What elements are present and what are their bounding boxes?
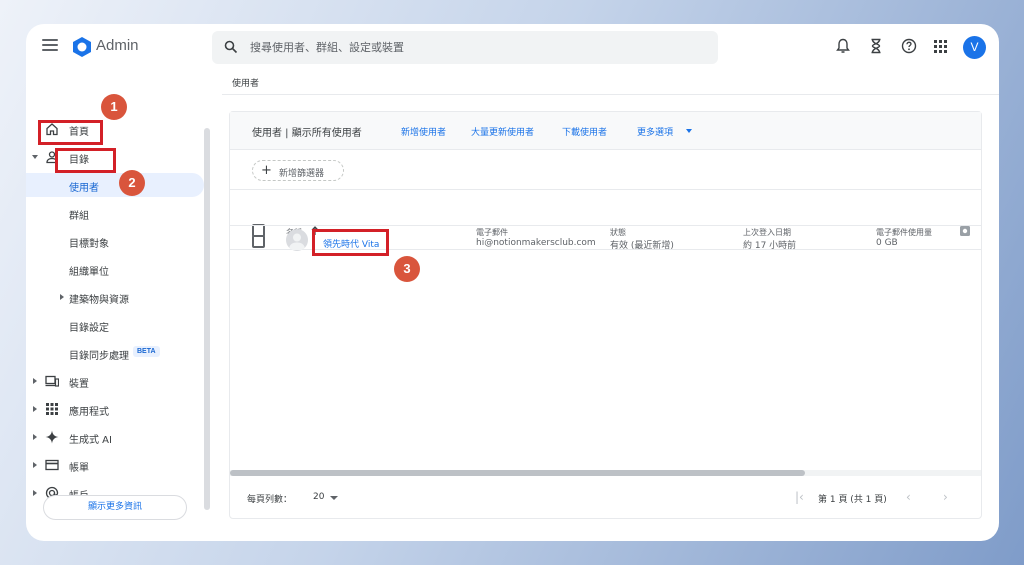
- hourglass-icon[interactable]: [870, 38, 882, 54]
- sidebar-item-label: 目錄設定: [69, 323, 109, 334]
- sidebar-item-devices[interactable]: 裝置: [26, 369, 204, 393]
- user-email: hi@notionmakersclub.com: [476, 238, 596, 248]
- step-badge-2: 2: [119, 170, 145, 196]
- chevron-right-icon: [33, 378, 37, 384]
- chevron-right-icon: [33, 490, 37, 496]
- step-badge-1: 1: [101, 94, 127, 120]
- bell-icon[interactable]: [836, 38, 850, 54]
- breadcrumb: 使用者: [232, 79, 260, 89]
- main-menu-icon[interactable]: [42, 39, 58, 53]
- apps-grid-icon[interactable]: [934, 40, 947, 53]
- sidebar-item-generative-ai[interactable]: 生成式 AI: [26, 425, 204, 449]
- plus-icon: +: [261, 163, 272, 178]
- step-badge-3: 3: [394, 256, 420, 282]
- bulk-update-users-button[interactable]: 大量更新使用者: [471, 125, 534, 138]
- admin-window: Admin V: [26, 24, 999, 541]
- sidebar-item-label: 使用者: [69, 183, 99, 194]
- divider: [230, 189, 981, 190]
- help-icon[interactable]: [901, 38, 917, 54]
- user-last-login: 約 17 小時前: [743, 241, 797, 251]
- user-email-usage: 0 GB: [876, 238, 898, 248]
- rows-per-page-select[interactable]: 20: [313, 492, 324, 502]
- column-header-email[interactable]: 電子郵件: [476, 227, 508, 238]
- sidebar-scrollbar[interactable]: [204, 128, 210, 510]
- sidebar-item-buildings[interactable]: 建築物與資源: [26, 285, 204, 309]
- highlight-box-directory: [38, 120, 103, 145]
- chevron-down-icon: [32, 155, 38, 159]
- sidebar-item-label: 生成式 AI: [69, 435, 112, 446]
- column-header-status[interactable]: 狀態: [610, 227, 626, 238]
- sidebar-item-label: 應用程式: [69, 407, 109, 418]
- sidebar-item-label: 目標對象: [69, 239, 109, 250]
- sidebar-item-label: 帳單: [69, 463, 89, 474]
- sidebar-item-users[interactable]: 使用者: [26, 173, 204, 197]
- sidebar-item-label: 建築物與資源: [69, 295, 129, 306]
- chevron-down-icon: [686, 129, 692, 133]
- sidebar-item-target-audiences[interactable]: 目標對象: [26, 229, 204, 253]
- column-header-last-login[interactable]: 上次登入日期: [743, 227, 791, 238]
- top-bar: Admin V: [26, 24, 999, 72]
- sparkle-icon: [45, 430, 59, 444]
- sidebar-item-label: 組織單位: [69, 267, 109, 278]
- apps-icon: [46, 403, 58, 415]
- chevron-right-icon: [33, 462, 37, 468]
- previous-page-icon[interactable]: ‹: [906, 490, 911, 504]
- sidebar-item-label: 目錄同步處理: [69, 351, 129, 362]
- first-page-icon[interactable]: |‹: [795, 490, 804, 504]
- download-users-button[interactable]: 下載使用者: [562, 125, 607, 138]
- page-info: 第 1 頁 (共 1 頁): [818, 495, 887, 505]
- row-checkbox[interactable]: [252, 235, 265, 248]
- next-page-icon[interactable]: ›: [943, 490, 948, 504]
- billing-icon: [45, 459, 59, 471]
- add-user-button[interactable]: 新增使用者: [401, 125, 446, 138]
- sidebar-item-apps[interactable]: 應用程式: [26, 397, 204, 421]
- rows-per-page-label: 每頁列數：: [247, 495, 293, 505]
- account-avatar[interactable]: V: [963, 36, 986, 59]
- sidebar-item-directory-settings[interactable]: 目錄設定: [26, 313, 204, 337]
- highlight-box-users: [55, 148, 116, 173]
- search-input[interactable]: [250, 37, 690, 58]
- add-filter-label: 新增篩選器: [279, 169, 325, 179]
- search-icon: [224, 40, 238, 54]
- column-header-email-usage[interactable]: 電子郵件使用量: [876, 227, 932, 238]
- sidebar-item-label: 群組: [69, 211, 89, 222]
- users-card: 使用者 | 顯示所有使用者 新增使用者 大量更新使用者 下載使用者 更多選項 +…: [229, 111, 982, 519]
- sidebar-item-org-units[interactable]: 組織單位: [26, 257, 204, 281]
- sidebar-item-billing[interactable]: 帳單: [26, 453, 204, 477]
- highlight-box-user-name: [312, 229, 389, 256]
- chevron-right-icon: [60, 294, 64, 300]
- add-filter-button[interactable]: + 新增篩選器: [252, 160, 344, 181]
- devices-icon: [45, 375, 59, 387]
- card-title: 使用者 | 顯示所有使用者: [252, 128, 362, 139]
- chevron-right-icon: [33, 434, 37, 440]
- avatar: [286, 229, 308, 251]
- more-options-button[interactable]: 更多選項: [637, 125, 673, 138]
- search-bar[interactable]: [212, 31, 718, 64]
- person-placeholder-icon: [289, 233, 305, 250]
- chevron-down-icon[interactable]: [330, 496, 338, 500]
- beta-badge: BETA: [133, 346, 160, 357]
- app-title: Admin: [96, 37, 139, 54]
- horizontal-scrollbar[interactable]: [230, 470, 805, 476]
- column-settings-icon[interactable]: [959, 225, 971, 237]
- sidebar-item-directory-sync[interactable]: 目錄同步處理 BETA: [26, 341, 204, 365]
- sidebar-item-label: 裝置: [69, 379, 89, 390]
- chevron-right-icon: [33, 406, 37, 412]
- divider: [222, 94, 999, 95]
- sidebar-item-groups[interactable]: 群組: [26, 201, 204, 225]
- show-more-button[interactable]: 顯示更多資訊: [43, 495, 187, 520]
- card-header: 使用者 | 顯示所有使用者 新增使用者 大量更新使用者 下載使用者 更多選項: [230, 112, 981, 150]
- admin-logo-icon: [73, 37, 91, 57]
- user-status: 有效 (最近新增): [610, 241, 674, 251]
